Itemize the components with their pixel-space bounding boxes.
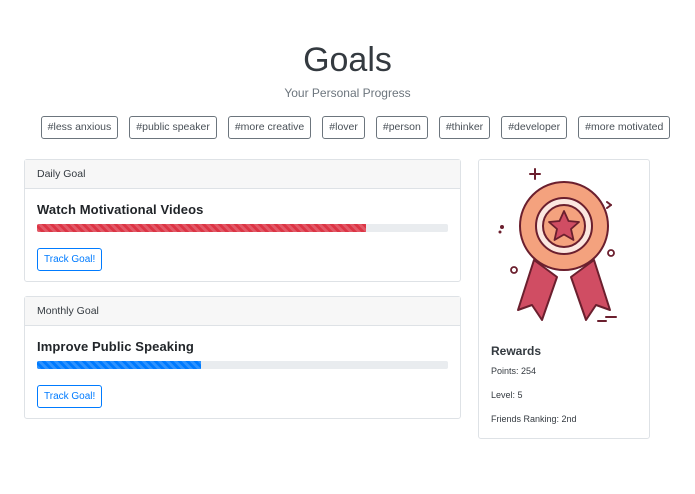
tag-lover[interactable]: #lover [322, 116, 365, 139]
tag-less-anxious[interactable]: #less anxious [40, 116, 119, 139]
tag-more-creative[interactable]: #more creative [227, 116, 312, 139]
monthly-goal-title: Improve Public Speaking [37, 339, 194, 354]
tag-more-motivated[interactable]: #more motivated [578, 116, 671, 139]
daily-goal-progress [37, 224, 448, 232]
monthly-goal-progress-bar [37, 361, 202, 369]
tag-list: #less anxious #public speaker #more crea… [0, 116, 695, 139]
daily-goal-progress-bar [37, 224, 366, 232]
rewards-level: Level: 5 [491, 390, 523, 400]
track-monthly-goal-button[interactable]: Track Goal! [37, 385, 103, 408]
tag-person[interactable]: #person [375, 116, 428, 139]
rewards-points: Points: 254 [491, 366, 537, 376]
tag-public-speaker[interactable]: #public speaker [129, 116, 217, 139]
monthly-goal-progress [37, 361, 448, 369]
page-title: Goals [303, 41, 392, 79]
rewards-ranking: Friends Ranking: 2nd [491, 414, 577, 424]
daily-goal-card: Daily Goal Watch Motivational Videos Tra… [24, 159, 461, 282]
daily-goal-title: Watch Motivational Videos [37, 202, 204, 217]
tag-developer[interactable]: #developer [501, 116, 568, 139]
rewards-title: Rewards [491, 344, 542, 358]
monthly-goal-card: Monthly Goal Improve Public Speaking Tra… [24, 296, 461, 419]
track-daily-goal-button[interactable]: Track Goal! [37, 248, 103, 271]
medal-icon [498, 168, 617, 322]
monthly-goal-header: Monthly Goal [25, 297, 460, 326]
page-subtitle: Your Personal Progress [284, 86, 411, 100]
tag-thinker[interactable]: #thinker [438, 116, 491, 139]
rewards-card: Rewards Points: 254 Level: 5 Friends Ran… [478, 159, 650, 439]
daily-goal-header: Daily Goal [25, 160, 460, 189]
